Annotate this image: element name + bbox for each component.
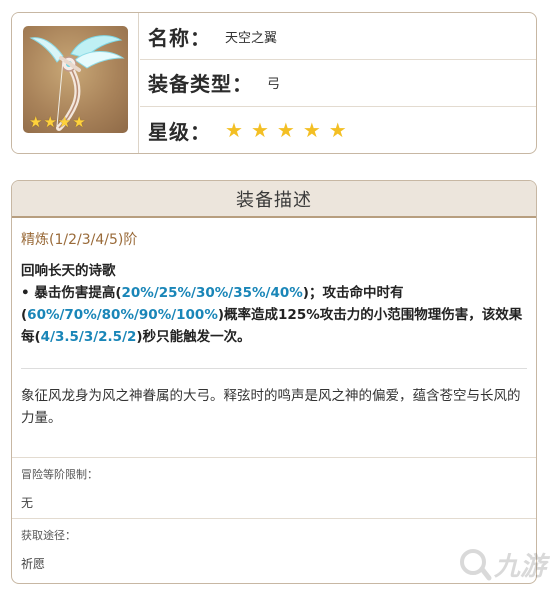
ascension-value: 无 [21, 496, 34, 510]
skill-value-highlight: 20%/25%/30%/35%/40% [121, 285, 303, 301]
star-icon: ★ [250, 118, 269, 142]
description-header: 装备描述 [12, 181, 536, 218]
skill-value-highlight: 60%/70%/80%/90%/100% [27, 307, 218, 323]
9game-logo-icon [459, 549, 492, 581]
lore-text: 象征风龙身为风之神眷属的大弓。释弦时的鸣声是风之神的偏爱，蕴含苍空与长风的力量。 [21, 388, 521, 426]
type-value: 弓 [267, 77, 281, 92]
ascension-label: 冒险等阶限制： [21, 468, 98, 481]
skill-text-segment: • 暴击伤害提高( [21, 285, 122, 301]
weapon-thumbnail: ★ ★ ★ ★ [23, 26, 128, 133]
skill-value-highlight: 4/3.5/3/2.5/2 [40, 329, 137, 345]
star-icon: ★ [29, 113, 43, 131]
info-rows: 名称： 天空之翼 装备类型： 弓 星级： ★ ★ ★ ★ ★ [140, 13, 536, 153]
star-icon: ★ [72, 113, 86, 131]
watermark-text: 九游 [493, 551, 546, 582]
star-icon: ★ [328, 118, 347, 142]
type-row: 装备类型： 弓 [140, 59, 536, 105]
weapon-info-card: ★ ★ ★ ★ 名称： 天空之翼 装备类型： 弓 星级： ★ ★ ★ ★ ★ [11, 12, 537, 154]
description-card: 装备描述 精炼(1/2/3/4/5)阶 回响长天的诗歌 • 暴击伤害提高(20%… [11, 180, 537, 584]
name-label: 名称： [148, 25, 211, 50]
rarity-stars: ★ ★ ★ ★ ★ [225, 120, 347, 140]
star-icon: ★ [57, 113, 72, 131]
rarity-label: 星级： [148, 119, 211, 144]
thumbnail-rarity-stars: ★ ★ ★ ★ [29, 115, 86, 130]
star-icon: ★ [43, 113, 57, 131]
type-label: 装备类型： [148, 72, 253, 96]
name-row: 名称： 天空之翼 [140, 13, 536, 59]
skill-text: • 暴击伤害提高(20%/25%/30%/35%/40%)；攻击命中时有(60%… [21, 282, 527, 348]
skill-block: 回响长天的诗歌 • 暴击伤害提高(20%/25%/30%/35%/40%)；攻击… [12, 254, 536, 348]
watermark: 九游 [450, 535, 546, 593]
star-icon: ★ [225, 118, 243, 142]
star-icon: ★ [276, 118, 295, 142]
skill-text-segment: )秒只能触发一次。 [136, 329, 251, 345]
rarity-row: 星级： ★ ★ ★ ★ ★ [140, 106, 536, 153]
name-value: 天空之翼 [225, 30, 278, 46]
ascension-section: 冒险等阶限制： 无 [12, 457, 536, 518]
weapon-thumbnail-cell: ★ ★ ★ ★ [12, 13, 139, 153]
refine-label: 精炼(1/2/3/4/5)阶 [21, 232, 138, 248]
star-icon: ★ [302, 118, 321, 142]
skill-name: 回响长天的诗歌 [21, 263, 116, 279]
